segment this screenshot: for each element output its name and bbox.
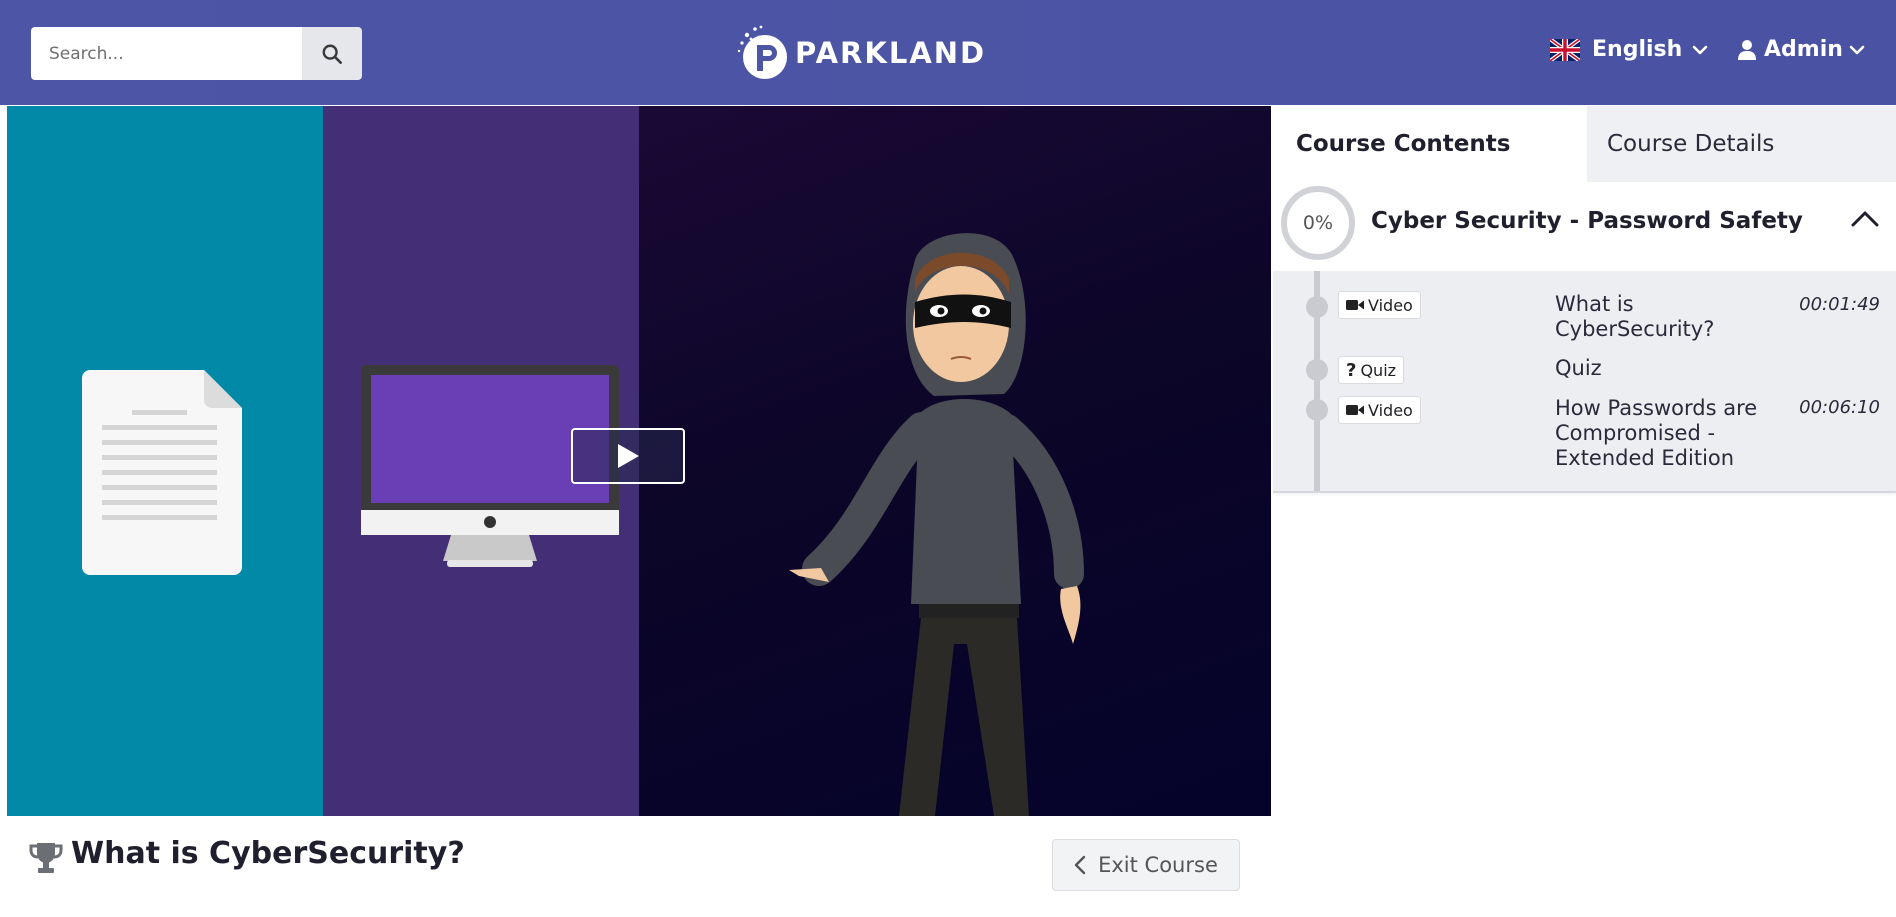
- video-panel-dark: [639, 106, 1271, 816]
- user-icon: [1738, 39, 1756, 60]
- section-title: Cyber Security - Password Safety: [1371, 208, 1803, 234]
- hacker-illustration: [789, 233, 1084, 816]
- search-input[interactable]: [31, 27, 302, 80]
- item-type-badge[interactable]: Video: [1338, 396, 1421, 424]
- uk-flag-icon: [1550, 38, 1580, 61]
- video-camera-icon: [1346, 405, 1364, 415]
- user-menu[interactable]: Admin: [1738, 37, 1865, 62]
- item-title[interactable]: What is CyberSecurity?: [1555, 292, 1785, 342]
- timeline-dot: [1306, 296, 1328, 318]
- play-button[interactable]: [571, 428, 685, 484]
- chevron-down-icon: [1692, 45, 1708, 54]
- search-box: [31, 27, 362, 80]
- timeline-dot: [1306, 359, 1328, 381]
- item-type-label: Video: [1368, 400, 1413, 420]
- item-duration: 00:06:10: [1799, 397, 1880, 418]
- sidebar-tabs: Course Contents Course Details: [1272, 106, 1896, 182]
- item-duration: 00:01:49: [1799, 294, 1880, 315]
- language-selector[interactable]: English: [1550, 37, 1708, 62]
- search-icon: [322, 44, 342, 64]
- tab-course-contents[interactable]: Course Contents: [1272, 106, 1587, 182]
- progress-ring: 0%: [1281, 186, 1355, 260]
- item-type-badge[interactable]: Video: [1338, 291, 1421, 319]
- question-icon: ?: [1346, 359, 1357, 381]
- item-type-label: Video: [1368, 295, 1413, 315]
- item-type-label: Quiz: [1360, 360, 1397, 380]
- play-icon: [618, 444, 639, 468]
- section-items: Video What is CyberSecurity? 00:01:49 ? …: [1273, 271, 1896, 493]
- video-panel-teal: [7, 106, 323, 816]
- document-illustration: [82, 370, 242, 575]
- language-label: English: [1592, 37, 1683, 62]
- brand-logo[interactable]: PARKLAND: [735, 22, 986, 84]
- video-camera-icon: [1346, 300, 1364, 310]
- chevron-left-icon: [1074, 855, 1086, 875]
- item-title[interactable]: How Passwords are Compromised - Extended…: [1555, 396, 1785, 471]
- timeline-dot: [1306, 399, 1328, 421]
- course-sidebar: Course Contents Course Details 0% Cyber …: [1272, 106, 1896, 917]
- brand-name: PARKLAND: [795, 36, 987, 70]
- user-name: Admin: [1764, 37, 1843, 62]
- chevron-up-icon[interactable]: [1850, 208, 1880, 228]
- section-header[interactable]: 0% Cyber Security - Password Safety: [1272, 182, 1896, 276]
- top-header: PARKLAND English Admin: [0, 0, 1896, 105]
- item-title[interactable]: Quiz: [1555, 356, 1785, 381]
- search-button[interactable]: [302, 27, 362, 80]
- exit-course-button[interactable]: Exit Course: [1052, 839, 1240, 891]
- tab-course-details[interactable]: Course Details: [1587, 106, 1896, 182]
- exit-course-label: Exit Course: [1098, 853, 1218, 877]
- chevron-down-icon: [1849, 45, 1865, 54]
- lesson-title: What is CyberSecurity?: [71, 836, 465, 871]
- item-type-badge[interactable]: ? Quiz: [1338, 356, 1405, 384]
- video-player[interactable]: [7, 106, 1271, 816]
- parkland-logo-icon: [737, 25, 787, 79]
- trophy-icon: [29, 843, 63, 873]
